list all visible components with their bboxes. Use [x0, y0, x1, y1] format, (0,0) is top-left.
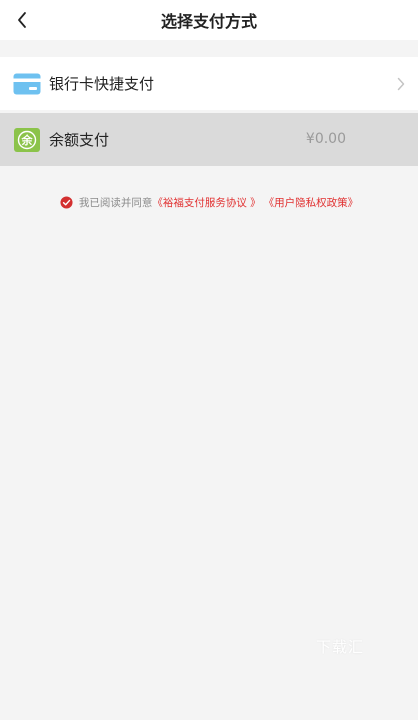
service-agreement-link[interactable]: 《裕福支付服务协议 》	[152, 195, 260, 210]
check-circle-icon[interactable]	[60, 195, 73, 209]
back-button[interactable]	[6, 4, 38, 36]
agreement-prefix: 我已阅读并同意	[78, 196, 153, 209]
balance-icon-glyph: 余	[21, 133, 34, 147]
payment-option-label: 余额支付	[49, 131, 110, 149]
payment-option-balance[interactable]: 余 余额支付 ¥0.00	[0, 113, 418, 166]
balance-icon: 余	[14, 127, 40, 152]
agreement-line: 我已阅读并同意 《裕福支付服务协议 》 《用户隐私权政策》	[0, 192, 418, 212]
chevron-right-icon	[394, 74, 408, 94]
nav-header: 选择支付方式	[0, 0, 418, 40]
page-title: 选择支付方式	[160, 12, 257, 31]
bank-card-icon	[13, 73, 41, 94]
balance-amount: ¥0.00	[305, 131, 346, 147]
privacy-policy-link[interactable]: 《用户隐私权政策》	[264, 195, 359, 210]
watermark: 下载汇	[316, 638, 365, 656]
chevron-left-icon	[18, 12, 26, 28]
payment-option-label: 银行卡快捷支付	[49, 75, 155, 93]
payment-option-bank-card[interactable]: 银行卡快捷支付	[0, 57, 418, 110]
payment-method-page: 选择支付方式 银行卡快捷支付 余 余额支付 ¥0.00 我已阅读并同意 《裕福支…	[0, 0, 418, 720]
